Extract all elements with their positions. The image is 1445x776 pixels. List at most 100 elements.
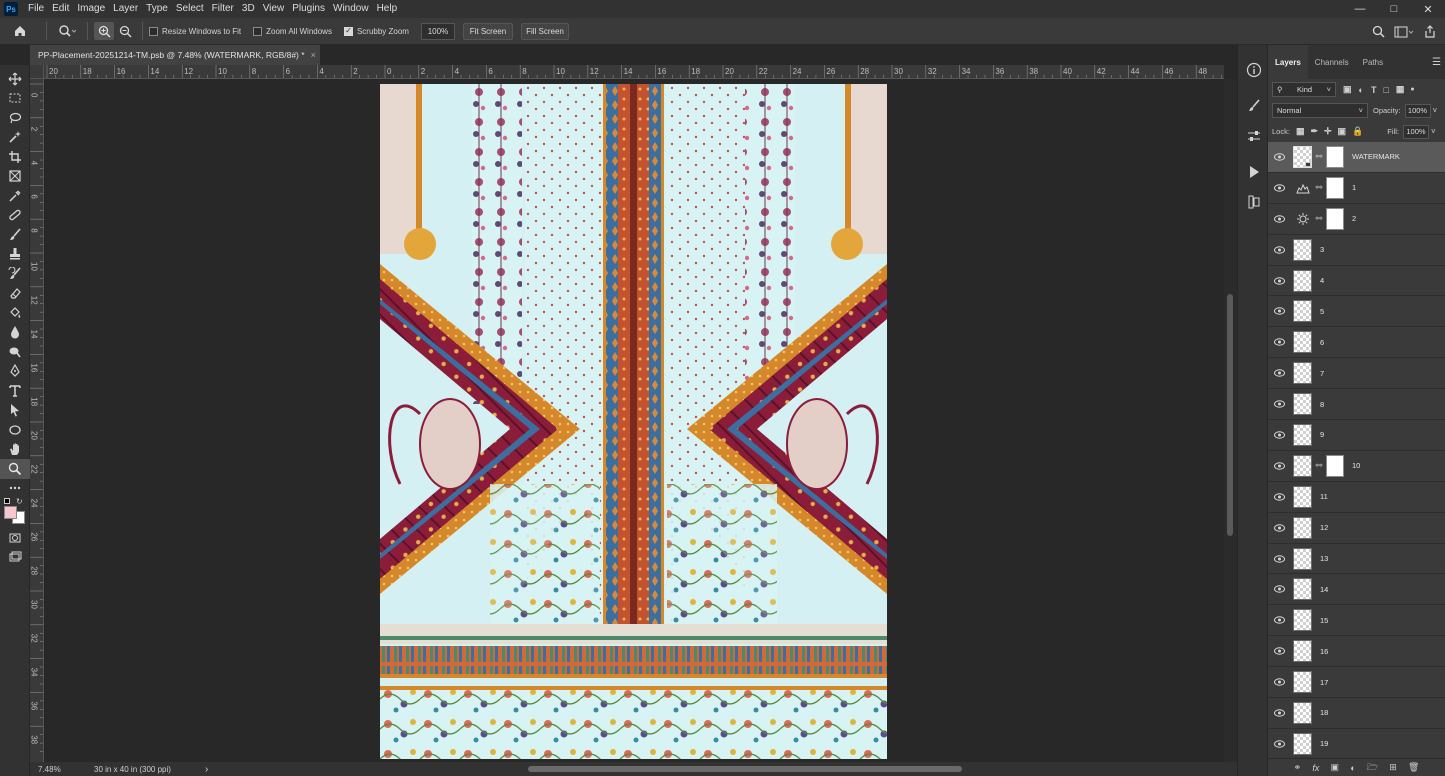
layer-row[interactable]: 3 — [1268, 235, 1445, 266]
frame-tool-icon[interactable] — [0, 167, 30, 187]
layer-thumbnail[interactable] — [1293, 547, 1312, 570]
visibility-eye-icon[interactable] — [1268, 647, 1290, 655]
layer-thumbnail[interactable] — [1293, 640, 1312, 663]
fit-screen-button[interactable]: Fit Screen — [462, 22, 513, 40]
layer-thumbnail[interactable] — [1293, 609, 1312, 632]
visibility-eye-icon[interactable] — [1268, 369, 1290, 377]
layer-name[interactable]: 3 — [1320, 245, 1324, 254]
scrubby-zoom-box[interactable]: ✓ — [343, 26, 353, 36]
layer-name[interactable]: 12 — [1320, 523, 1328, 532]
mask-link-icon[interactable]: ⚯ — [1315, 461, 1323, 470]
visibility-eye-icon[interactable] — [1268, 709, 1290, 717]
minimize-icon[interactable]: — — [1343, 0, 1377, 18]
menu-filter[interactable]: Filter — [208, 0, 238, 18]
layer-thumbnail[interactable] — [1293, 269, 1312, 292]
layer-row[interactable]: 13 — [1268, 544, 1445, 575]
zoom-out-icon[interactable] — [114, 25, 136, 38]
mask-link-icon[interactable]: ⚯ — [1315, 152, 1323, 161]
layer-thumbnail[interactable] — [1293, 454, 1312, 477]
menu-plugins[interactable]: Plugins — [288, 0, 329, 18]
menu-image[interactable]: Image — [73, 0, 109, 18]
menu-edit[interactable]: Edit — [48, 0, 73, 18]
layer-row[interactable]: 12 — [1268, 513, 1445, 544]
layer-name[interactable]: 4 — [1320, 276, 1324, 285]
add-mask-icon[interactable]: ▣ — [1331, 762, 1340, 773]
quick-mask-icon[interactable] — [0, 528, 30, 548]
visibility-eye-icon[interactable] — [1268, 554, 1290, 563]
visibility-eye-icon[interactable] — [1268, 245, 1290, 254]
layer-row[interactable]: ⚯ 10 — [1268, 451, 1445, 482]
blend-mode-select[interactable]: Normal ˅ — [1272, 103, 1368, 118]
hand-tool-icon[interactable] — [0, 440, 30, 460]
canvas-area[interactable] — [44, 79, 1224, 762]
adjustment-brush-icon[interactable] — [1238, 91, 1269, 121]
layer-name[interactable]: 8 — [1320, 400, 1324, 409]
layer-mask-thumbnail[interactable] — [1326, 176, 1344, 199]
screen-mode-icon[interactable] — [0, 548, 30, 568]
layer-row[interactable]: 9 — [1268, 420, 1445, 451]
layer-row[interactable]: 6 — [1268, 327, 1445, 359]
adjustment-icon[interactable]: ◐ — [1350, 763, 1355, 773]
dodge-tool-icon[interactable] — [0, 342, 30, 362]
layer-row[interactable]: 16 — [1268, 636, 1445, 668]
visibility-eye-icon[interactable] — [1268, 678, 1290, 686]
layer-name[interactable]: 18 — [1320, 708, 1328, 717]
tab-layers[interactable]: Layers — [1268, 45, 1308, 79]
layer-row[interactable]: ⚯ WATERMARK — [1268, 142, 1445, 173]
layer-row[interactable]: 8 — [1268, 389, 1445, 421]
menu-3d[interactable]: 3D — [238, 0, 259, 18]
history-brush-tool-icon[interactable] — [0, 264, 30, 284]
lock-artboard-icon[interactable]: ▣ — [1338, 126, 1347, 137]
layer-row[interactable]: ⚯ 1 — [1268, 173, 1445, 204]
layer-name[interactable]: 16 — [1320, 647, 1328, 656]
vertical-scroll-thumb[interactable] — [1227, 294, 1233, 536]
visibility-eye-icon[interactable] — [1268, 400, 1290, 408]
foreground-color-swatch[interactable] — [4, 506, 17, 519]
default-colors-icon[interactable] — [4, 498, 10, 504]
home-icon[interactable] — [0, 24, 40, 38]
layer-row[interactable]: 15 — [1268, 605, 1445, 637]
vertical-scrollbar[interactable] — [1224, 79, 1237, 762]
document-tab[interactable]: PP-Placement-20251214-TM.psb @ 7.48% (WA… — [30, 45, 320, 65]
layer-row[interactable]: 19 — [1268, 729, 1445, 760]
visibility-eye-icon[interactable] — [1268, 153, 1290, 161]
tab-channels[interactable]: Channels — [1308, 45, 1356, 79]
more-tools-icon[interactable] — [0, 479, 30, 499]
status-menu-arrow[interactable]: › — [205, 764, 208, 775]
layer-mask-thumbnail[interactable] — [1326, 145, 1344, 168]
layer-thumbnail[interactable] — [1293, 393, 1312, 416]
lock-position-icon[interactable]: ✛ — [1324, 126, 1332, 137]
play-actions-icon[interactable] — [1238, 157, 1269, 187]
layer-thumbnail[interactable] — [1293, 238, 1312, 261]
info-icon[interactable] — [1238, 55, 1269, 85]
layer-name[interactable]: 10 — [1352, 461, 1360, 470]
workspace-icon[interactable] — [1389, 26, 1419, 38]
visibility-eye-icon[interactable] — [1268, 338, 1290, 346]
layer-name[interactable]: 1 — [1352, 183, 1356, 192]
layer-name[interactable]: 13 — [1320, 554, 1328, 563]
shape-tool-icon[interactable] — [0, 420, 30, 440]
horizontal-scroll-thumb[interactable] — [528, 766, 962, 772]
layer-thumbnail[interactable] — [1293, 516, 1312, 539]
layer-name[interactable]: 19 — [1320, 739, 1328, 748]
layer-row[interactable]: 18 — [1268, 698, 1445, 729]
panel-menu-icon[interactable]: ☰ — [1432, 57, 1441, 68]
layer-name[interactable]: 15 — [1320, 616, 1328, 625]
scrubby-zoom-checkbox[interactable]: ✓ Scrubby Zoom — [343, 26, 409, 36]
layer-name[interactable]: 11 — [1320, 492, 1328, 501]
layer-row[interactable]: 11 — [1268, 482, 1445, 513]
visibility-eye-icon[interactable] — [1268, 276, 1290, 285]
visibility-eye-icon[interactable] — [1268, 740, 1290, 748]
filter-toggle-icon[interactable]: ● — [1410, 86, 1414, 93]
menu-view[interactable]: View — [259, 0, 289, 18]
move-tool-icon[interactable] — [0, 69, 30, 89]
layer-row[interactable]: ⚯ 2 — [1268, 204, 1445, 235]
visibility-eye-icon[interactable] — [1268, 616, 1290, 624]
resize-windows-box[interactable] — [149, 26, 158, 36]
layer-row[interactable]: 5 — [1268, 296, 1445, 328]
mask-link-icon[interactable]: ⚯ — [1315, 183, 1323, 192]
ruler-corner[interactable] — [30, 65, 44, 79]
visibility-eye-icon[interactable] — [1268, 307, 1290, 316]
link-layers-icon[interactable]: ⚭ — [1294, 762, 1302, 773]
share-icon[interactable] — [1419, 25, 1441, 38]
